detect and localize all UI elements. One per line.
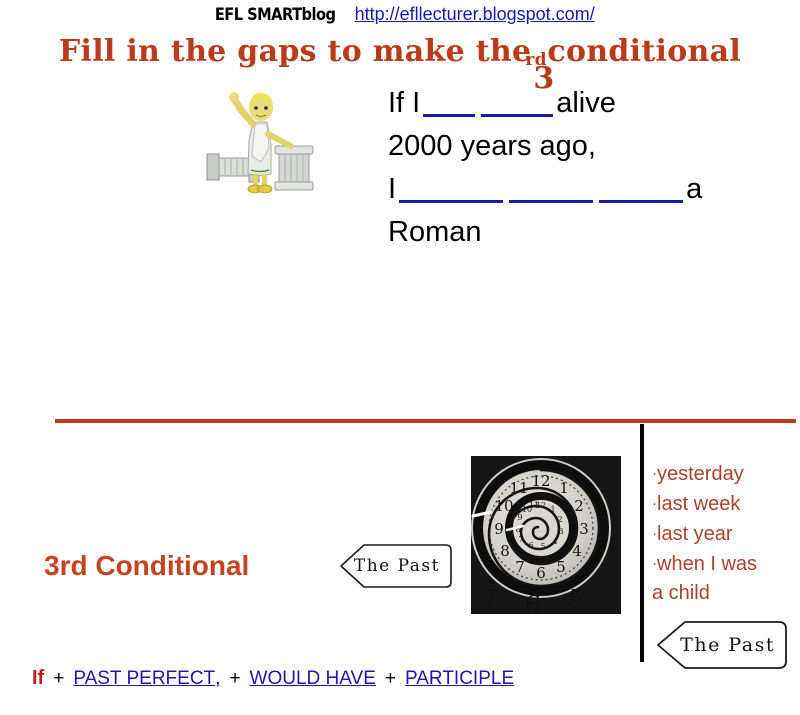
vertical-divider <box>640 424 644 662</box>
formula-plus-2: + <box>229 668 241 689</box>
formula-if: If <box>32 667 45 689</box>
svg-text:5: 5 <box>569 585 586 614</box>
svg-text:3: 3 <box>579 520 589 538</box>
blank-4[interactable] <box>509 175 594 203</box>
gapfill-sentence: If I alive 2000 years ago, Ia Roman <box>388 82 788 254</box>
formula-term-participle[interactable]: PARTICIPLE <box>405 668 514 690</box>
horizontal-divider <box>55 419 796 423</box>
blank-2[interactable] <box>481 89 554 117</box>
gapfill-line-2: 2000 years ago, <box>388 130 596 162</box>
gapfill-line-3: Ia <box>388 168 788 211</box>
blank-3[interactable] <box>399 175 504 203</box>
formula-term-past-perfect[interactable]: PAST PERFECT <box>73 668 215 690</box>
list-item-label: last week <box>657 493 741 515</box>
header-bar: EFL SMARTblog http://efllecturer.blogspo… <box>0 4 800 30</box>
gapfill-line-1: If I alive <box>388 82 788 125</box>
svg-text:6: 6 <box>525 591 542 614</box>
formula-row: If + PAST PERFECT , + WOULD HAVE + PARTI… <box>32 667 514 690</box>
page-title-before: Fill in the gaps to make the <box>58 34 532 69</box>
list-item: ·last week <box>652 489 798 519</box>
past-arrow-right: The Past <box>655 618 789 672</box>
svg-text:9: 9 <box>494 520 504 538</box>
list-item-label: yesterday <box>657 463 744 485</box>
blank-5[interactable] <box>599 175 684 203</box>
list-item: ·last year <box>652 519 798 549</box>
past-arrow-left-label: The Past <box>353 556 440 576</box>
conditional-label: 3rd Conditional <box>44 550 250 581</box>
blank-1[interactable] <box>423 89 476 117</box>
formula-plus-3: + <box>384 668 396 689</box>
page-title-after: conditional <box>547 34 742 69</box>
list-item-wrap: a child <box>652 582 710 604</box>
formula-term-would-have[interactable]: WOULD HAVE <box>250 668 376 690</box>
gapfill-line1-suffix: alive <box>556 87 616 119</box>
roman-statue-image <box>205 78 325 200</box>
svg-text:6: 6 <box>536 564 546 582</box>
list-item: ·yesterday <box>652 459 798 489</box>
formula-comma: , <box>215 668 221 689</box>
list-item: ·when I was <box>652 549 798 579</box>
svg-text:7: 7 <box>515 558 525 576</box>
list-item-label: when I was <box>657 553 758 575</box>
gapfill-line3-prefix: I <box>388 173 397 205</box>
gapfill-line1-prefix: If I <box>388 87 421 119</box>
past-arrow-right-label: The Past <box>680 634 775 656</box>
time-expressions-list: ·yesterday ·last week ·last year ·when I… <box>652 459 798 608</box>
gapfill-line3-suffix: a <box>686 173 703 205</box>
blog-url-link[interactable]: http://efllecturer.blogspot.com/ <box>355 4 595 25</box>
past-arrow-left: The Past <box>338 541 454 591</box>
svg-text:7: 7 <box>481 585 498 614</box>
svg-text:2: 2 <box>574 497 584 515</box>
page-title: Fill in the gaps to make the rd 3 condition… <box>0 34 800 96</box>
spiral-clock-image: 12 1 2 3 4 5 6 7 8 9 10 11 12 1 2 3 4 5 … <box>471 456 621 614</box>
formula-plus-1: + <box>53 668 65 689</box>
list-item-label: last year <box>657 523 733 545</box>
blog-logo: EFL SMARTblog <box>215 5 336 25</box>
gapfill-line-4: Roman <box>388 216 482 248</box>
svg-text:8: 8 <box>500 542 510 560</box>
